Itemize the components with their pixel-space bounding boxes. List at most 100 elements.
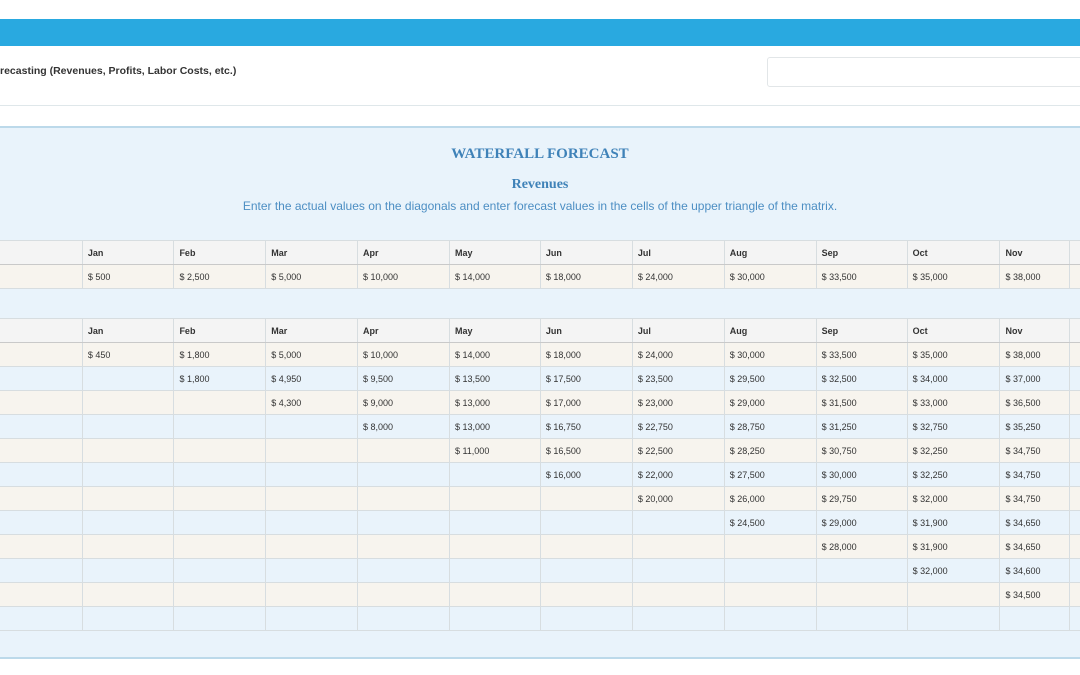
value-cell[interactable]: $ 34,750: [999, 486, 1070, 511]
value-cell[interactable]: $ 27,500: [723, 462, 817, 487]
value-cell[interactable]: [631, 558, 725, 583]
value-cell[interactable]: $ 26,000: [723, 486, 817, 511]
value-cell[interactable]: [173, 534, 267, 559]
value-cell[interactable]: [631, 582, 725, 607]
value-cell[interactable]: $ 23,500: [631, 366, 725, 391]
value-cell[interactable]: $ 33,500: [815, 264, 908, 289]
value-cell[interactable]: $ 28,750: [723, 414, 817, 439]
value-cell[interactable]: $ 16,000: [539, 462, 633, 487]
value-cell[interactable]: [448, 606, 541, 631]
value-cell[interactable]: $ 24,000: [631, 264, 725, 289]
value-cell[interactable]: $ 22,500: [631, 438, 725, 463]
value-cell[interactable]: [265, 606, 359, 631]
value-cell[interactable]: [539, 582, 633, 607]
value-cell[interactable]: $ 9,500: [357, 366, 450, 391]
value-cell[interactable]: $ 18,000: [539, 264, 633, 289]
value-cell[interactable]: $ 500: [81, 264, 175, 289]
value-cell[interactable]: [723, 558, 817, 583]
value-cell[interactable]: $ 22,750: [631, 414, 725, 439]
value-cell[interactable]: $ 32,750: [906, 414, 1001, 439]
value-cell[interactable]: $ 31,250: [815, 414, 908, 439]
value-cell[interactable]: $ 5,000: [265, 264, 359, 289]
value-cell[interactable]: $ 37,000: [999, 366, 1070, 391]
value-cell[interactable]: $ 31,500: [815, 390, 908, 415]
value-cell[interactable]: [723, 582, 817, 607]
value-cell[interactable]: [539, 486, 633, 511]
value-cell[interactable]: $ 17,000: [539, 390, 633, 415]
value-cell[interactable]: $ 22,000: [631, 462, 725, 487]
value-cell[interactable]: $ 34,500: [999, 582, 1070, 607]
value-cell[interactable]: $ 18,000: [539, 342, 633, 367]
value-cell[interactable]: [81, 486, 175, 511]
value-cell[interactable]: $ 35,250: [999, 414, 1070, 439]
value-cell[interactable]: $ 14,000: [448, 342, 541, 367]
value-cell[interactable]: $ 1,800: [173, 342, 267, 367]
search-input[interactable]: [767, 57, 1080, 87]
value-cell[interactable]: [81, 606, 175, 631]
value-cell[interactable]: $ 31,900: [906, 534, 1001, 559]
value-cell[interactable]: $ 5,000: [265, 342, 359, 367]
value-cell[interactable]: $ 33,500: [815, 342, 908, 367]
value-cell[interactable]: [539, 510, 633, 535]
value-cell[interactable]: $ 9,000: [357, 390, 450, 415]
value-cell[interactable]: [265, 486, 359, 511]
value-cell[interactable]: $ 24,500: [723, 510, 817, 535]
value-cell[interactable]: $ 31,900: [906, 510, 1001, 535]
value-cell[interactable]: [357, 582, 450, 607]
value-cell[interactable]: $ 34,750: [999, 438, 1070, 463]
value-cell[interactable]: $ 32,250: [906, 438, 1001, 463]
value-cell[interactable]: [815, 558, 908, 583]
value-cell[interactable]: [357, 486, 450, 511]
value-cell[interactable]: [815, 582, 908, 607]
value-cell[interactable]: [539, 558, 633, 583]
value-cell[interactable]: $ 36,500: [999, 390, 1070, 415]
value-cell[interactable]: [448, 582, 541, 607]
value-cell[interactable]: $ 32,000: [906, 486, 1001, 511]
value-cell[interactable]: [631, 534, 725, 559]
value-cell[interactable]: $ 28,250: [723, 438, 817, 463]
value-cell[interactable]: [81, 510, 175, 535]
value-cell[interactable]: $ 16,500: [539, 438, 633, 463]
value-cell[interactable]: [265, 582, 359, 607]
value-cell[interactable]: $ 34,750: [999, 462, 1070, 487]
value-cell[interactable]: [539, 606, 633, 631]
value-cell[interactable]: $ 20,000: [631, 486, 725, 511]
value-cell[interactable]: [723, 534, 817, 559]
value-cell[interactable]: [906, 606, 1001, 631]
value-cell[interactable]: $ 29,500: [723, 366, 817, 391]
value-cell[interactable]: $ 14,000: [448, 264, 541, 289]
value-cell[interactable]: [173, 390, 267, 415]
value-cell[interactable]: $ 34,000: [906, 366, 1001, 391]
value-cell[interactable]: $ 30,750: [815, 438, 908, 463]
value-cell[interactable]: [357, 438, 450, 463]
value-cell[interactable]: [81, 414, 175, 439]
value-cell[interactable]: [81, 390, 175, 415]
value-cell[interactable]: [81, 438, 175, 463]
value-cell[interactable]: $ 4,300: [265, 390, 359, 415]
value-cell[interactable]: $ 4,950: [265, 366, 359, 391]
value-cell[interactable]: [265, 534, 359, 559]
value-cell[interactable]: [173, 486, 267, 511]
value-cell[interactable]: $ 16,750: [539, 414, 633, 439]
value-cell[interactable]: $ 24,000: [631, 342, 725, 367]
value-cell[interactable]: $ 2,500: [173, 264, 267, 289]
value-cell[interactable]: $ 34,650: [999, 534, 1070, 559]
value-cell[interactable]: [173, 582, 267, 607]
value-cell[interactable]: $ 29,750: [815, 486, 908, 511]
value-cell[interactable]: $ 29,000: [815, 510, 908, 535]
value-cell[interactable]: [265, 510, 359, 535]
value-cell[interactable]: $ 38,000: [999, 342, 1070, 367]
value-cell[interactable]: [265, 462, 359, 487]
value-cell[interactable]: $ 23,000: [631, 390, 725, 415]
value-cell[interactable]: [815, 606, 908, 631]
value-cell[interactable]: [173, 510, 267, 535]
value-cell[interactable]: [999, 606, 1070, 631]
value-cell[interactable]: [173, 438, 267, 463]
value-cell[interactable]: [448, 534, 541, 559]
value-cell[interactable]: $ 32,500: [815, 366, 908, 391]
value-cell[interactable]: [173, 462, 267, 487]
value-cell[interactable]: [265, 438, 359, 463]
value-cell[interactable]: $ 13,000: [448, 414, 541, 439]
value-cell[interactable]: $ 32,000: [906, 558, 1001, 583]
value-cell[interactable]: $ 30,000: [723, 342, 817, 367]
